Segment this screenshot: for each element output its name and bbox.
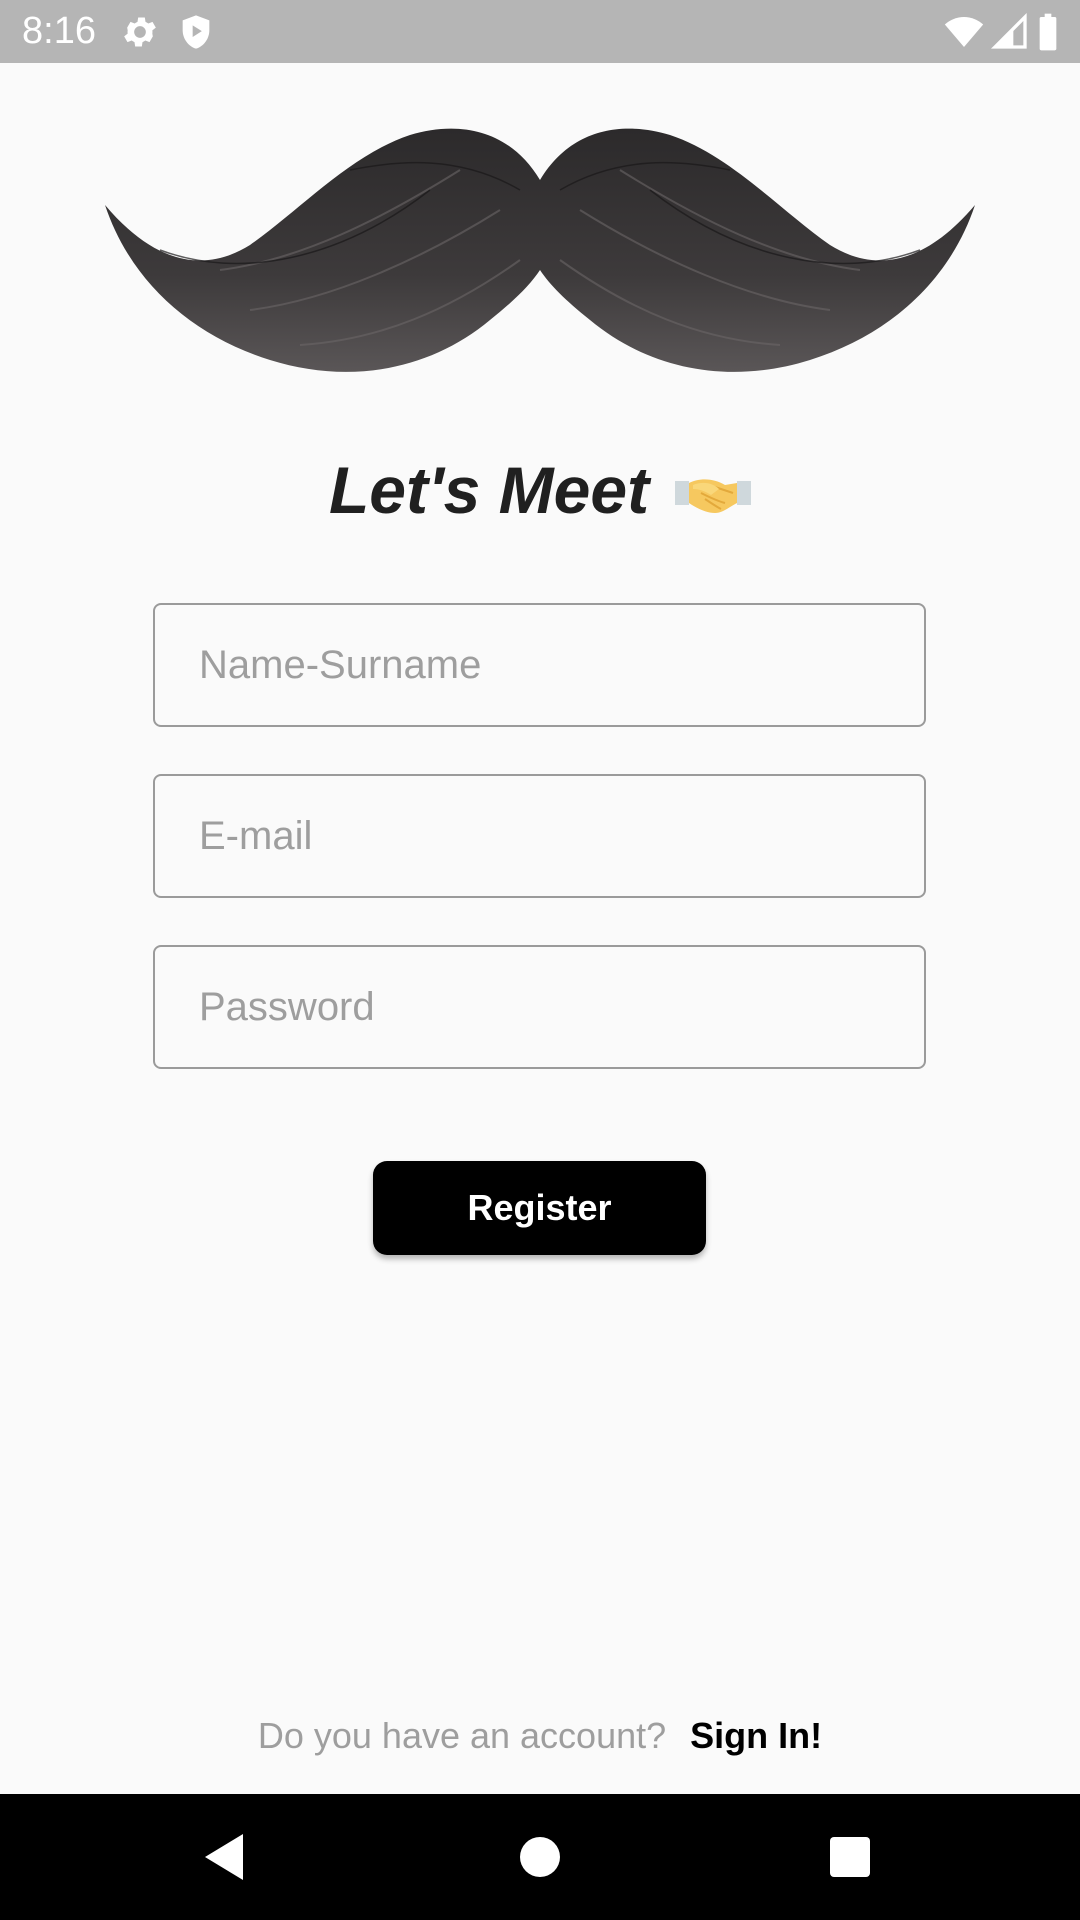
sign-in-link[interactable]: Sign In! — [690, 1715, 822, 1757]
signal-icon — [990, 12, 1030, 52]
navigation-bar — [0, 1794, 1080, 1920]
register-button[interactable]: Register — [373, 1161, 706, 1255]
name-input[interactable] — [155, 605, 924, 725]
account-question-text: Do you have an account? — [257, 1715, 667, 1756]
page-title: Let's Meet — [328, 453, 650, 527]
title-row: Let's Meet — [0, 450, 1080, 530]
password-field[interactable] — [153, 945, 926, 1069]
shield-icon — [176, 12, 216, 52]
recents-icon[interactable] — [817, 1824, 883, 1890]
status-bar: 8:16 — [0, 0, 1080, 63]
email-field[interactable] — [153, 774, 926, 898]
mustache-image — [100, 110, 980, 400]
handshake-icon — [675, 471, 752, 517]
name-field[interactable] — [153, 603, 926, 727]
battery-icon — [1036, 12, 1060, 52]
wifi-icon — [942, 12, 986, 52]
password-input[interactable] — [155, 947, 924, 1067]
gear-icon — [120, 12, 160, 52]
email-input[interactable] — [155, 776, 924, 896]
status-time: 8:16 — [22, 10, 96, 52]
footer-prompt: Do you have an account? Sign In! — [0, 1710, 1080, 1762]
back-icon[interactable] — [193, 1824, 259, 1890]
home-icon[interactable] — [507, 1824, 573, 1890]
